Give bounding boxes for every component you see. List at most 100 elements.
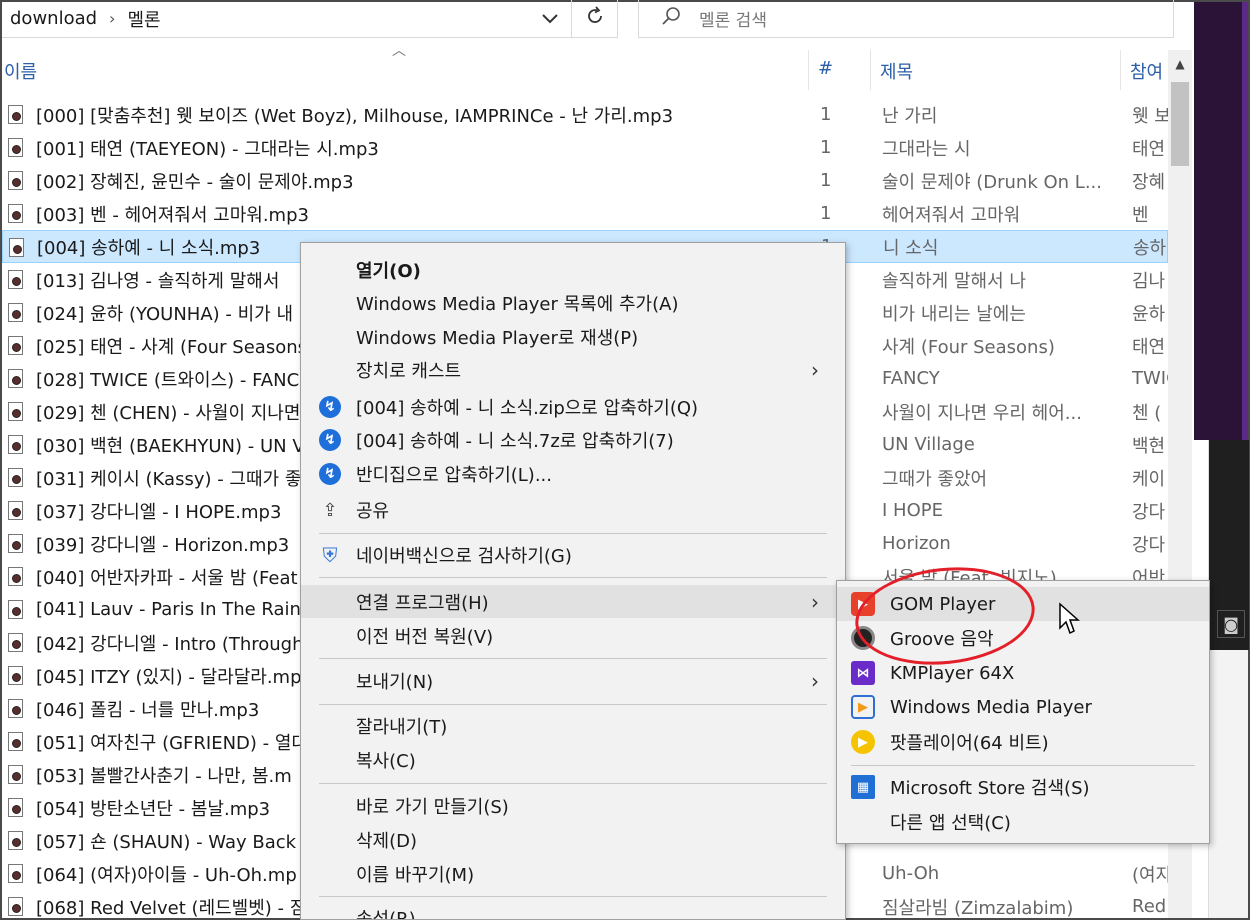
submenu-item-kmplayer[interactable]: ⋈ KMPlayer 64X bbox=[837, 656, 1209, 690]
menu-item-restore[interactable]: 이전 버전 복원(V) bbox=[301, 619, 845, 652]
submenu-item-potplayer[interactable]: ▶ 팟플레이어(64 비트) bbox=[837, 725, 1209, 759]
file-row[interactable]: [002] 장혜진, 윤민수 - 술이 문제야.mp3 1 술이 문제야 (Drun… bbox=[2, 164, 1168, 197]
file-name: [046] 폴킴 - 너를 만나.mp3 bbox=[36, 699, 260, 721]
menu-item-label: 이름 바꾸기(M) bbox=[356, 864, 475, 886]
file-name: [040] 어반자카파 - 서울 밤 (Feat bbox=[36, 567, 298, 589]
camera-icon: ◙ bbox=[1217, 610, 1245, 638]
track-number: 1 bbox=[820, 137, 832, 158]
file-name: [064] (여자)아이들 - Uh-Oh.mp bbox=[36, 864, 297, 886]
search-box[interactable]: 멜론 검색 bbox=[638, 0, 1174, 38]
file-name: [013] 김나영 - 솔직하게 말해서 bbox=[36, 270, 280, 292]
track-title: 술이 문제야 (Drunk On L... bbox=[882, 171, 1102, 193]
mp3-file-icon bbox=[8, 105, 23, 124]
mp3-file-icon bbox=[8, 897, 23, 916]
menu-item-rename[interactable]: 이름 바꾸기(M) bbox=[301, 857, 845, 890]
mp3-file-icon bbox=[9, 238, 24, 257]
scroll-thumb[interactable] bbox=[1171, 82, 1189, 166]
menu-item-send-to[interactable]: 보내기(N) › bbox=[301, 664, 845, 697]
chevron-right-icon: › bbox=[811, 357, 819, 382]
track-number: 1 bbox=[820, 203, 832, 224]
file-name: [002] 장혜진, 윤민수 - 술이 문제야.mp3 bbox=[36, 171, 354, 193]
file-name: [068] Red Velvet (레드벨벳) - 짐 bbox=[36, 897, 307, 919]
menu-item-label: Windows Media Player로 재생(P) bbox=[356, 327, 639, 349]
file-row[interactable]: [003] 벤 - 헤어져줘서 고마워.mp3 1 헤어져줘서 고마워 벤 bbox=[2, 197, 1168, 230]
windows-media-player-icon: ▶ bbox=[851, 695, 875, 719]
mp3-file-icon bbox=[8, 765, 23, 784]
file-name: [000] [맞춤추천] 웻 보이즈 (Wet Boyz), Milhouse,… bbox=[36, 105, 674, 127]
track-artist: 김나 bbox=[1132, 270, 1166, 292]
menu-item-properties[interactable]: 속성(R) bbox=[301, 901, 845, 920]
mp3-file-icon bbox=[8, 633, 23, 652]
track-artist: 태연 bbox=[1132, 336, 1166, 358]
refresh-button[interactable] bbox=[572, 0, 618, 38]
menu-item-label: [004] 송하예 - 니 소식.zip으로 압축하기(Q) bbox=[356, 397, 699, 419]
column-artist[interactable]: 참여 bbox=[1130, 58, 1168, 84]
microsoft-store-icon: ▦ bbox=[851, 775, 875, 799]
track-title: UN Village bbox=[882, 434, 975, 455]
menu-item-naver-scan[interactable]: ⛨ 네이버백신으로 검사하기(G) bbox=[301, 538, 845, 571]
file-name: [031] 케이시 (Kassy) - 그때가 좋 bbox=[36, 468, 302, 490]
column-divider[interactable] bbox=[808, 50, 809, 90]
submenu-item-store[interactable]: ▦ Microsoft Store 검색(S) bbox=[837, 770, 1209, 804]
menu-item-label: 장치로 캐스트 bbox=[356, 360, 462, 382]
track-artist: 강다 bbox=[1132, 534, 1166, 556]
track-title: 비가 내리는 날에는 bbox=[882, 303, 1026, 325]
menu-item-shortcut[interactable]: 바로 가기 만들기(S) bbox=[301, 789, 845, 822]
menu-item-delete[interactable]: 삭제(D) bbox=[301, 823, 845, 856]
menu-item-label: 잘라내기(T) bbox=[356, 716, 448, 738]
breadcrumb-melon[interactable]: 멜론 bbox=[127, 6, 160, 32]
column-divider[interactable] bbox=[870, 50, 871, 90]
mp3-file-icon bbox=[8, 666, 23, 685]
menu-item-label: [004] 송하예 - 니 소식.7z로 압축하기(7) bbox=[356, 430, 674, 452]
chevron-down-icon[interactable] bbox=[530, 2, 570, 36]
menu-item-cut[interactable]: 잘라내기(T) bbox=[301, 709, 845, 742]
menu-item-label: 바로 가기 만들기(S) bbox=[356, 796, 509, 818]
menu-item-cast[interactable]: 장치로 캐스트 › bbox=[301, 353, 845, 386]
file-name: [001] 태연 (TAEYEON) - 그대라는 시.mp3 bbox=[36, 138, 379, 160]
breadcrumb-download[interactable]: download bbox=[10, 8, 97, 29]
menu-item-wmp-play[interactable]: Windows Media Player로 재생(P) bbox=[301, 320, 845, 353]
file-name: [029] 첸 (CHEN) - 사월이 지나면 bbox=[36, 402, 301, 424]
track-artist: 웻 보 bbox=[1132, 105, 1168, 127]
search-input[interactable]: 멜론 검색 bbox=[699, 6, 767, 31]
menu-item-bandizip[interactable]: ↯ 반디집으로 압축하기(L)... bbox=[301, 457, 845, 490]
track-title: FANCY bbox=[882, 368, 940, 389]
file-row[interactable]: [000] [맞춤추천] 웻 보이즈 (Wet Boyz), Milhouse,… bbox=[2, 98, 1168, 131]
menu-separator bbox=[319, 896, 827, 897]
menu-item-wmp-add[interactable]: Windows Media Player 목록에 추가(A) bbox=[301, 286, 845, 319]
submenu-item-other-app[interactable]: 다른 앱 선택(C) bbox=[837, 805, 1209, 839]
column-name[interactable]: 이름 bbox=[4, 58, 37, 84]
file-name: [042] 강다니엘 - Intro (Through bbox=[36, 633, 304, 655]
track-artist: 강다 bbox=[1132, 501, 1166, 523]
column-title[interactable]: 제목 bbox=[880, 58, 913, 84]
track-artist: 케이 bbox=[1132, 468, 1166, 490]
menu-item-share[interactable]: ⇪ 공유 bbox=[301, 493, 845, 526]
submenu-item-wmp[interactable]: ▶ Windows Media Player bbox=[837, 690, 1209, 724]
address-bar[interactable]: download › 멜론 bbox=[2, 0, 572, 38]
bandizip-icon: ↯ bbox=[319, 396, 341, 418]
submenu-item-label: Microsoft Store 검색(S) bbox=[890, 778, 1090, 799]
file-name: [030] 백현 (BAEKHYUN) - UN V bbox=[36, 435, 305, 457]
menu-item-copy[interactable]: 복사(C) bbox=[301, 743, 845, 776]
column-divider[interactable] bbox=[1120, 50, 1121, 90]
bandizip-icon: ↯ bbox=[319, 429, 341, 451]
track-artist: 송하 bbox=[1133, 237, 1167, 259]
mp3-file-icon bbox=[8, 468, 23, 487]
mp3-file-icon bbox=[8, 864, 23, 883]
chevron-right-icon: › bbox=[811, 589, 819, 614]
file-name: [051] 여자친구 (GFRIEND) - 열대 bbox=[36, 732, 309, 754]
file-row[interactable]: [001] 태연 (TAEYEON) - 그대라는 시.mp3 1 그대라는 시 태연 bbox=[2, 131, 1168, 164]
menu-item-label: 속성(R) bbox=[356, 908, 416, 920]
menu-item-zip[interactable]: ↯ [004] 송하예 - 니 소식.zip으로 압축하기(Q) bbox=[301, 390, 845, 423]
menu-item-7z[interactable]: ↯ [004] 송하예 - 니 소식.7z로 압축하기(7) bbox=[301, 423, 845, 456]
track-title: 짐살라빔 (Zimzalabim) bbox=[882, 897, 1074, 919]
menu-item-open[interactable]: 열기(O) bbox=[301, 253, 845, 286]
file-name: [028] TWICE (트와이스) - FANC bbox=[36, 369, 300, 391]
submenu-item-label: 다른 앱 선택(C) bbox=[890, 813, 1011, 834]
column-number[interactable]: # bbox=[818, 58, 833, 79]
track-artist: 첸 ( bbox=[1132, 402, 1162, 424]
track-title: 헤어져줘서 고마워 bbox=[882, 204, 1021, 226]
chevron-right-icon: › bbox=[811, 668, 819, 693]
menu-item-open-with[interactable]: 연결 프로그램(H) › bbox=[301, 585, 845, 618]
scroll-up-icon[interactable]: ▲ bbox=[1168, 50, 1192, 78]
